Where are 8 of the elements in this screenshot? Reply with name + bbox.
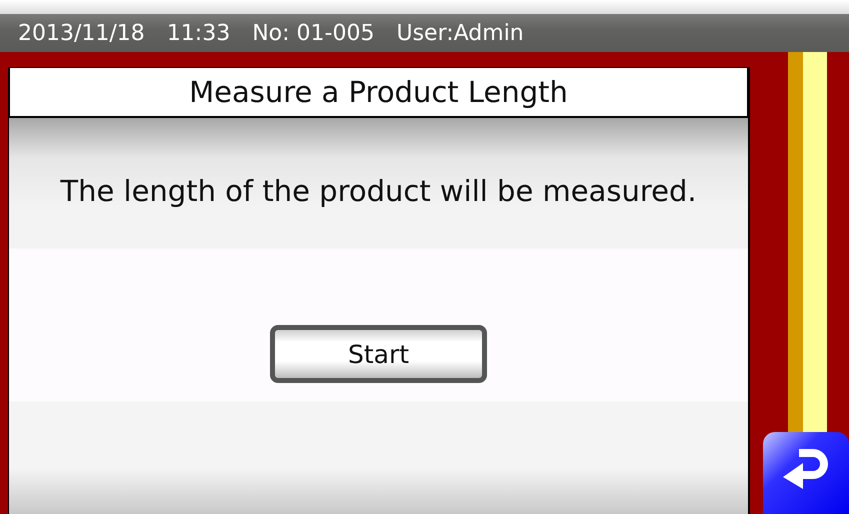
- message-text: The length of the product will be measured.: [60, 174, 697, 208]
- panel-title: Measure a Product Length: [9, 67, 748, 118]
- start-button[interactable]: Start: [270, 325, 487, 383]
- user-text: User:Admin: [396, 20, 524, 46]
- back-button[interactable]: [763, 432, 849, 514]
- time-text: 11:33: [166, 20, 230, 46]
- number-text: No: 01-005: [252, 20, 374, 46]
- date-text: 2013/11/18: [18, 20, 145, 46]
